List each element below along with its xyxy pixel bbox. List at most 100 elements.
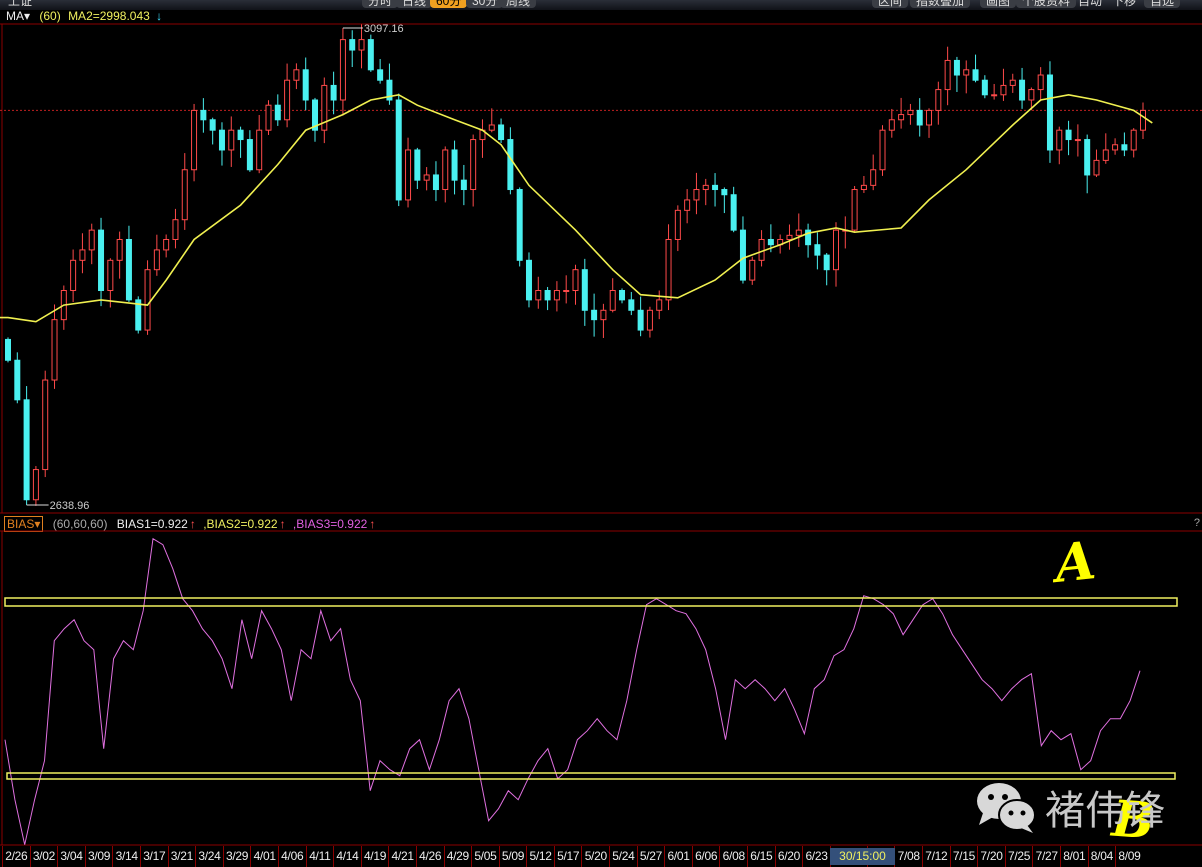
candle-up — [191, 109, 198, 171]
candle-down — [349, 39, 356, 51]
x-tick-label: 4/26 — [415, 846, 444, 867]
candle-up — [293, 69, 300, 81]
candle-up — [144, 269, 151, 331]
x-axis: 2/26 3/02 3/04 3/09 3/14 3/17 3/21 3/24 3/29 4/01… — [2, 846, 1202, 867]
candle-up — [600, 309, 607, 321]
x-tick-label: 7/20 — [977, 846, 1005, 867]
candle-up — [228, 129, 235, 151]
candle-down — [274, 104, 281, 121]
candle-up — [563, 290, 570, 293]
x-tick-label: 3/09 — [84, 846, 113, 867]
candle-up — [79, 249, 86, 261]
candle-down — [498, 124, 505, 141]
candle-up — [832, 229, 839, 271]
candle-up — [107, 259, 114, 292]
candle-up — [442, 149, 449, 191]
candle-up — [898, 114, 905, 121]
x-tick-label: 3/24 — [195, 846, 223, 867]
candle-down — [619, 290, 626, 301]
candle-up — [888, 119, 895, 131]
candle-down — [823, 254, 830, 271]
candle-up — [1009, 79, 1016, 86]
candle-down — [767, 238, 774, 246]
x-tick-label: 6/15 — [747, 846, 775, 867]
candle-down — [1046, 74, 1053, 151]
candle-up — [153, 249, 160, 271]
candle-up — [749, 259, 756, 281]
candle-up — [1140, 109, 1146, 131]
candle-up — [32, 469, 39, 501]
candle-down — [451, 149, 458, 181]
candle-down — [981, 79, 988, 96]
x-tick-label: 8/01 — [1059, 846, 1088, 867]
x-tick-label: 4/14 — [333, 846, 361, 867]
candle-down — [200, 109, 207, 121]
candle-down — [1121, 144, 1128, 151]
x-tick-label: 3/14 — [112, 846, 140, 867]
candle-down — [414, 149, 421, 181]
high-price-label: 3097.16 — [364, 23, 404, 35]
candle-down — [209, 119, 216, 131]
price-chart: 3097.16 2638.96 — [0, 23, 1202, 514]
candle-down — [525, 259, 532, 301]
x-tick-label: 6/23 — [802, 846, 830, 867]
x-tick-label: 7/27 — [1032, 846, 1060, 867]
candle-up — [684, 199, 691, 211]
candle-down — [507, 139, 514, 191]
x-tick-label: 5/27 — [636, 846, 665, 867]
candle-down — [5, 338, 11, 361]
annotation-a: A — [1051, 530, 1099, 595]
x-tick-label: 3/04 — [57, 846, 85, 867]
candle-down — [581, 269, 588, 311]
candle-up — [1102, 149, 1109, 161]
candle-down — [377, 69, 384, 81]
candle-up — [163, 238, 170, 251]
candle-up — [51, 319, 58, 381]
candle-down — [814, 244, 821, 256]
candle-up — [879, 129, 886, 171]
candle-down — [544, 290, 551, 301]
x-tick-label: 4/29 — [443, 846, 472, 867]
x-tick-label: 4/21 — [388, 846, 416, 867]
x-tick-label: 4/19 — [360, 846, 389, 867]
x-tick-label: 3/29 — [222, 846, 251, 867]
candle-down — [246, 139, 253, 171]
x-tick-label: 4/11 — [305, 846, 334, 867]
x-tick-label: 5/20 — [581, 846, 609, 867]
candle-down — [516, 189, 523, 261]
candle-up — [963, 69, 970, 76]
crosshair-time-label: 30/15:00 — [830, 848, 895, 865]
candle-up — [665, 238, 672, 301]
x-tick-label: 5/09 — [498, 846, 527, 867]
candle-up — [470, 139, 477, 191]
x-tick-label: 8/04 — [1087, 846, 1116, 867]
upper-band-annotation — [4, 597, 1178, 607]
x-tick-label: 4/01 — [250, 846, 278, 867]
candle-down — [432, 174, 439, 191]
candle-up — [1074, 139, 1081, 142]
candle-up — [88, 229, 95, 251]
candle-up — [1056, 129, 1063, 151]
candle-up — [646, 309, 653, 331]
candle-down — [1019, 79, 1026, 101]
x-tick-label: 7/25 — [1004, 846, 1033, 867]
candle-up — [405, 149, 412, 201]
x-tick-label: 7/12 — [922, 846, 950, 867]
candle-up — [926, 109, 933, 126]
bias1-line — [4, 537, 1141, 845]
x-tick-label: 3/17 — [139, 846, 168, 867]
x-tick-label: 6/08 — [719, 846, 747, 867]
candle-up — [358, 39, 365, 51]
candle-down — [712, 184, 719, 191]
candle-down — [330, 84, 337, 101]
candle-down — [730, 194, 737, 231]
watermark: 褚伟锋 — [975, 778, 1165, 836]
candle-up — [674, 209, 681, 240]
candle-up — [795, 229, 802, 236]
x-tick-label: 7/15 — [949, 846, 978, 867]
candle-up — [172, 219, 179, 240]
watermark-text: 褚伟锋 — [1045, 788, 1165, 834]
candle-down — [302, 69, 309, 101]
candle-down — [125, 238, 132, 301]
x-tick-label: 5/24 — [609, 846, 637, 867]
